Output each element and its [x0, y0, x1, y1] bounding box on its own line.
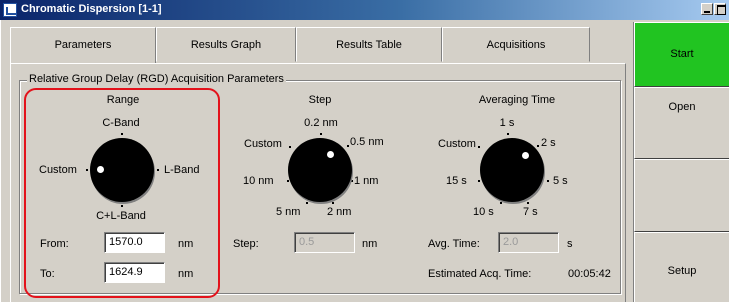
- to-label: To:: [40, 268, 55, 280]
- tab-results-graph[interactable]: Results Graph: [156, 27, 296, 62]
- app-icon: [3, 3, 17, 17]
- step-option-10nm[interactable]: 10 nm: [243, 175, 274, 187]
- range-tick: [86, 169, 88, 171]
- avg-tick: [507, 133, 509, 135]
- range-tick: [157, 169, 159, 171]
- range-option-l-band[interactable]: L-Band: [164, 164, 199, 176]
- avg-option-7s[interactable]: 7 s: [523, 206, 538, 218]
- step-tick: [347, 145, 349, 147]
- action-buttons: Start Open Setup: [633, 22, 729, 302]
- step-tick: [351, 180, 353, 182]
- avg-tick: [500, 202, 502, 204]
- from-label: From:: [40, 238, 69, 250]
- setup-button[interactable]: Setup: [634, 232, 729, 302]
- avg-title: Averaging Time: [478, 94, 556, 106]
- avg-tick: [537, 145, 539, 147]
- step-unit: nm: [362, 238, 378, 250]
- avg-unit: s: [567, 238, 573, 250]
- step-option-1nm[interactable]: 1 nm: [354, 175, 378, 187]
- start-button[interactable]: Start: [634, 22, 729, 87]
- estimated-time-value: 00:05:42: [568, 268, 611, 280]
- open-button[interactable]: Open: [634, 87, 729, 159]
- from-unit: nm: [178, 238, 194, 250]
- step-knob[interactable]: [288, 138, 352, 202]
- title-bar: Chromatic Dispersion [1-1]: [0, 0, 729, 20]
- step-tick: [289, 146, 291, 148]
- tab-acquisitions[interactable]: Acquisitions: [442, 27, 590, 62]
- tab-bar: Parameters Results Graph Results Table A…: [10, 27, 606, 64]
- range-tick: [121, 133, 123, 135]
- knob-indicator-icon: [97, 166, 104, 173]
- range-title: Range: [106, 94, 140, 106]
- step-option-2nm[interactable]: 2 nm: [327, 206, 351, 218]
- step-tick: [332, 202, 334, 204]
- step-tick: [320, 133, 322, 135]
- avg-input: 2.0: [498, 232, 559, 253]
- empty-button[interactable]: [634, 159, 729, 232]
- to-input[interactable]: 1624.9: [104, 262, 165, 283]
- maximize-icon[interactable]: [714, 3, 726, 15]
- avg-tick: [478, 180, 480, 182]
- step-tick: [306, 202, 308, 204]
- step-option-0-5nm[interactable]: 0.5 nm: [350, 136, 384, 148]
- avg-option-10s[interactable]: 10 s: [473, 206, 494, 218]
- tab-parameters[interactable]: Parameters: [10, 27, 156, 64]
- step-option-5nm[interactable]: 5 nm: [276, 206, 300, 218]
- avg-option-5s[interactable]: 5 s: [553, 175, 568, 187]
- group-title: Relative Group Delay (RGD) Acquisition P…: [27, 73, 286, 85]
- avg-tick: [478, 146, 480, 148]
- step-option-0-2nm[interactable]: 0.2 nm: [304, 117, 338, 129]
- step-title: Step: [308, 94, 332, 106]
- window-title: Chromatic Dispersion [1-1]: [21, 3, 162, 15]
- avg-knob[interactable]: [480, 138, 544, 202]
- avg-tick: [547, 180, 549, 182]
- avg-tick: [527, 202, 529, 204]
- avg-option-1s[interactable]: 1 s: [500, 117, 515, 129]
- range-tick: [121, 205, 123, 207]
- avg-option-15s[interactable]: 15 s: [446, 175, 467, 187]
- knob-indicator-icon: [327, 151, 334, 158]
- step-option-custom[interactable]: Custom: [244, 138, 282, 150]
- estimated-time-label: Estimated Acq. Time:: [428, 268, 532, 280]
- from-input[interactable]: 1570.0: [104, 232, 165, 253]
- to-unit: nm: [178, 268, 194, 280]
- range-knob[interactable]: [90, 138, 154, 202]
- step-input: 0.5: [294, 232, 355, 253]
- tab-results-table[interactable]: Results Table: [296, 27, 442, 62]
- knob-indicator-icon: [522, 152, 529, 159]
- avg-option-custom[interactable]: Custom: [438, 138, 476, 150]
- step-tick: [287, 180, 289, 182]
- step-label: Step:: [233, 238, 259, 250]
- range-option-custom[interactable]: Custom: [39, 164, 77, 176]
- avg-option-2s[interactable]: 2 s: [541, 137, 556, 149]
- avg-label: Avg. Time:: [428, 238, 480, 250]
- minimize-icon[interactable]: [701, 3, 713, 15]
- range-option-c-l-band[interactable]: C+L-Band: [96, 210, 146, 222]
- range-option-c-band[interactable]: C-Band: [102, 117, 139, 129]
